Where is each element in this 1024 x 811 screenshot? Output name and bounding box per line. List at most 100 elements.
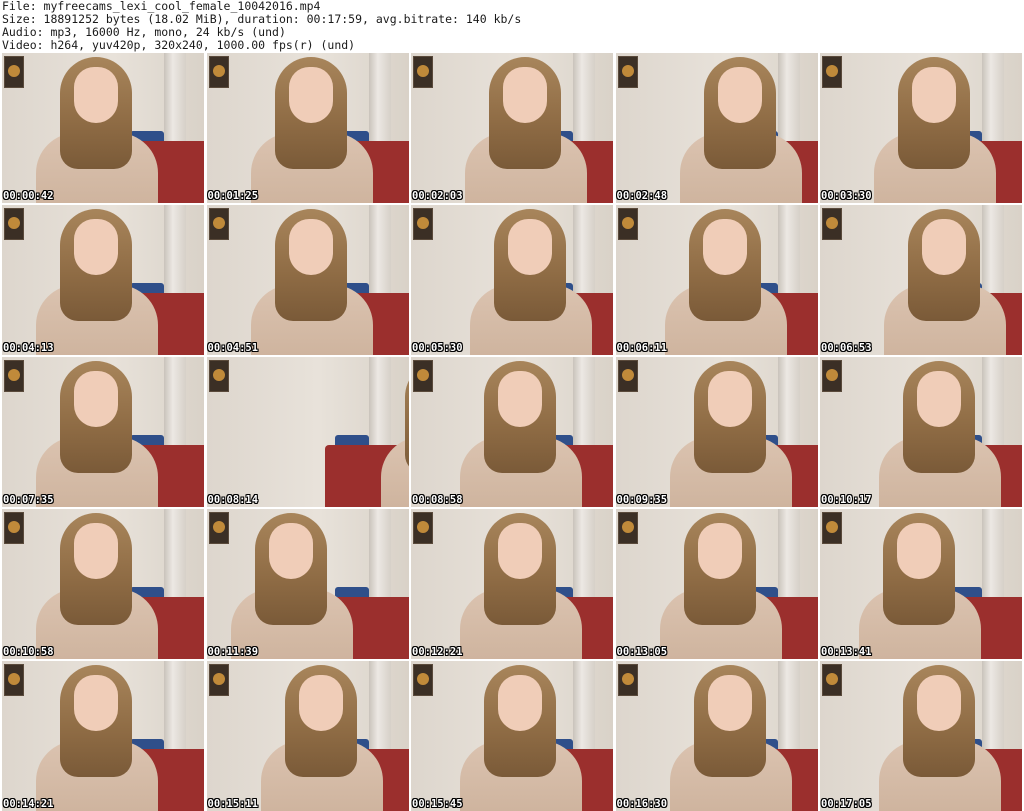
video-thumbnail: 00:12:21 xyxy=(411,509,613,659)
wall-picture xyxy=(208,664,229,696)
thumbnail-timestamp: 00:17:05 xyxy=(821,798,872,810)
face xyxy=(288,219,333,275)
face xyxy=(298,675,343,731)
wall-picture xyxy=(617,208,638,240)
thumbnail-timestamp: 00:07:35 xyxy=(3,494,54,506)
wall-picture xyxy=(617,56,638,88)
audio-info-line: Audio: mp3, 16000 Hz, mono, 24 kb/s (und… xyxy=(2,26,286,39)
video-thumbnail: 00:04:13 xyxy=(2,205,204,355)
person-figure xyxy=(257,661,387,811)
face xyxy=(288,67,333,123)
video-thumbnail: 00:01:25 xyxy=(206,53,409,203)
video-thumbnail: 00:06:11 xyxy=(615,205,818,355)
person-figure xyxy=(32,53,162,203)
face xyxy=(498,675,542,731)
thumbnail-timestamp: 00:11:39 xyxy=(207,646,259,658)
wall-picture xyxy=(413,208,433,240)
face xyxy=(498,523,542,579)
video-thumbnail: 00:09:35 xyxy=(615,357,818,507)
person-figure xyxy=(875,357,1005,507)
face xyxy=(268,523,313,579)
thumbnail-timestamp: 00:13:41 xyxy=(821,646,872,658)
thumbnail-timestamp: 00:10:17 xyxy=(821,494,872,506)
face xyxy=(74,371,118,427)
wall-picture xyxy=(4,664,24,696)
wall-picture xyxy=(413,664,433,696)
video-thumbnail: 00:15:11 xyxy=(206,661,409,811)
face xyxy=(917,371,961,427)
thumbnail-timestamp: 00:12:21 xyxy=(412,646,463,658)
person-figure xyxy=(456,509,586,659)
wall-picture xyxy=(208,360,229,392)
video-thumbnail: 00:10:17 xyxy=(820,357,1022,507)
thumbnail-timestamp: 00:00:42 xyxy=(3,190,54,202)
thumbnail-timestamp: 00:02:48 xyxy=(616,190,668,202)
video-thumbnail: 00:02:03 xyxy=(411,53,613,203)
video-thumbnail: 00:05:30 xyxy=(411,205,613,355)
thumbnail-timestamp: 00:09:35 xyxy=(616,494,668,506)
thumbnail-timestamp: 00:01:25 xyxy=(207,190,259,202)
face xyxy=(912,67,956,123)
wall-picture xyxy=(4,208,24,240)
person-figure xyxy=(666,661,796,811)
wall-picture xyxy=(617,664,638,696)
wall-picture xyxy=(4,56,24,88)
person-figure xyxy=(466,205,596,355)
video-thumbnail: 00:13:41 xyxy=(820,509,1022,659)
person-figure xyxy=(875,661,1005,811)
wall-picture xyxy=(617,512,638,544)
video-thumbnail: 00:08:14 xyxy=(206,357,409,507)
video-thumbnail: 00:10:58 xyxy=(2,509,204,659)
face xyxy=(922,219,966,275)
wall-picture xyxy=(208,208,229,240)
video-thumbnail: 00:08:58 xyxy=(411,357,613,507)
wall-picture xyxy=(617,360,638,392)
video-thumbnail: 00:11:39 xyxy=(206,509,409,659)
thumbnail-timestamp: 00:04:51 xyxy=(207,342,259,354)
wall-picture xyxy=(822,512,842,544)
face xyxy=(74,675,118,731)
person-figure xyxy=(32,509,162,659)
thumbnail-timestamp: 00:04:13 xyxy=(3,342,54,354)
thumbnail-timestamp: 00:15:45 xyxy=(412,798,463,810)
video-thumbnail: 00:14:21 xyxy=(2,661,204,811)
thumbnail-timestamp: 00:05:30 xyxy=(412,342,463,354)
face xyxy=(707,675,752,731)
thumbnail-timestamp: 00:06:53 xyxy=(821,342,872,354)
video-thumbnail: 00:13:05 xyxy=(615,509,818,659)
person-figure xyxy=(676,53,806,203)
person-figure xyxy=(661,205,791,355)
person-figure xyxy=(880,205,1010,355)
hair xyxy=(404,361,409,473)
person-figure xyxy=(32,661,162,811)
thumbnail-timestamp: 00:08:14 xyxy=(207,494,259,506)
wall-picture xyxy=(822,56,842,88)
face xyxy=(917,675,961,731)
face xyxy=(897,523,941,579)
wall-picture xyxy=(413,360,433,392)
person-figure xyxy=(377,357,409,507)
person-figure xyxy=(227,509,357,659)
thumbnail-timestamp: 00:03:30 xyxy=(821,190,872,202)
video-thumbnail: 00:02:48 xyxy=(615,53,818,203)
thumbnail-timestamp: 00:06:11 xyxy=(616,342,668,354)
face xyxy=(498,371,542,427)
face xyxy=(503,67,547,123)
file-size-line: Size: 18891252 bytes (18.02 MiB), durati… xyxy=(2,13,522,26)
thumbnail-timestamp: 00:15:11 xyxy=(207,798,259,810)
thumbnail-timestamp: 00:14:21 xyxy=(3,798,54,810)
thumbnail-timestamp: 00:13:05 xyxy=(616,646,668,658)
thumbnail-timestamp: 00:10:58 xyxy=(3,646,54,658)
video-thumbnail: 00:07:35 xyxy=(2,357,204,507)
face xyxy=(697,523,742,579)
person-figure xyxy=(461,53,591,203)
person-figure xyxy=(456,357,586,507)
person-figure xyxy=(666,357,796,507)
wall-picture xyxy=(208,56,229,88)
face xyxy=(717,67,762,123)
video-thumbnail: 00:16:30 xyxy=(615,661,818,811)
thumbnail-timestamp: 00:08:58 xyxy=(412,494,463,506)
person-figure xyxy=(247,53,377,203)
video-thumbnail: 00:17:05 xyxy=(820,661,1022,811)
file-name-line: File: myfreecams_lexi_cool_female_100420… xyxy=(2,0,321,13)
